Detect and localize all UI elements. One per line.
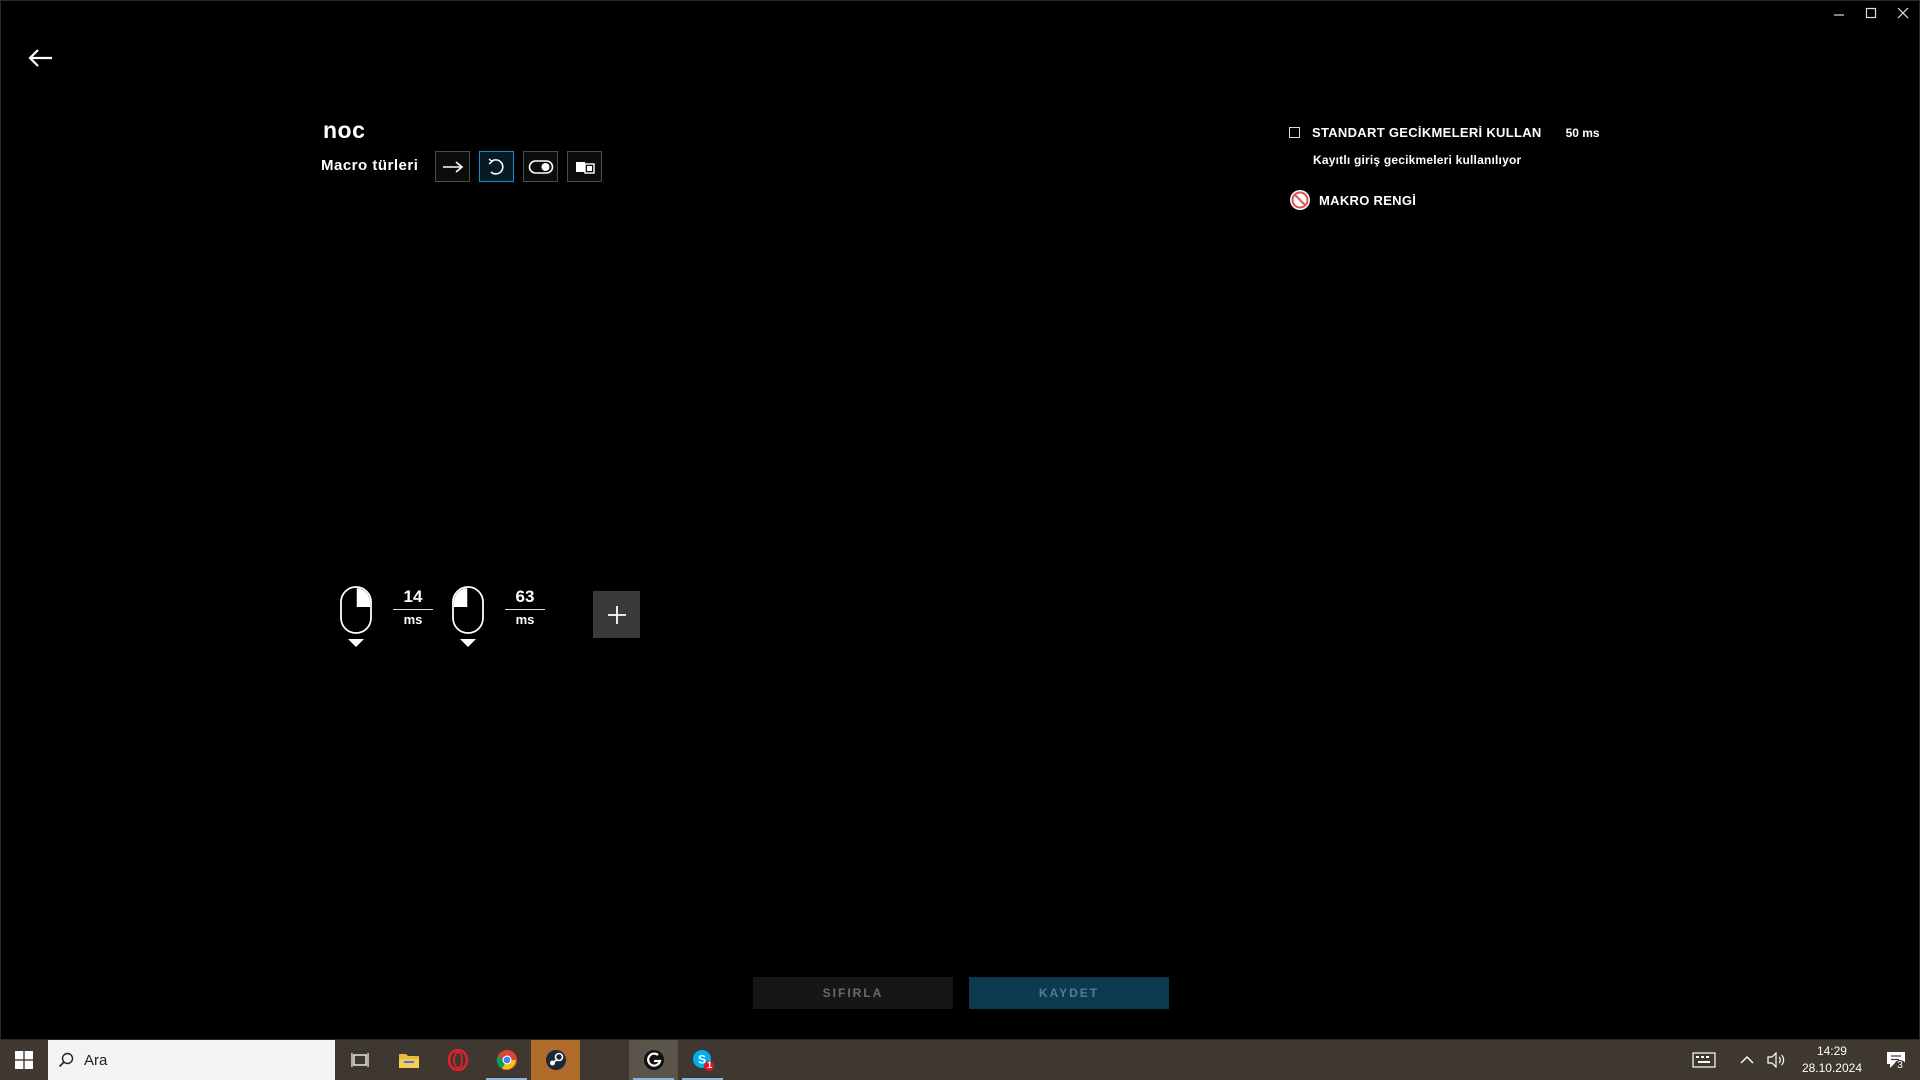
standard-delays-value[interactable]: 50 ms xyxy=(1566,126,1600,140)
volume-button[interactable] xyxy=(1760,1040,1792,1080)
delay-value[interactable]: 14 xyxy=(393,587,433,610)
taskbar-empty-slot xyxy=(580,1040,629,1080)
macro-type-no-repeat[interactable] xyxy=(435,151,470,182)
chevron-up-icon xyxy=(1740,1056,1754,1064)
macro-title[interactable]: noc xyxy=(323,117,365,144)
add-step-button[interactable] xyxy=(593,591,640,638)
task-view-button[interactable] xyxy=(335,1040,384,1080)
minimize-icon xyxy=(1834,14,1844,16)
file-explorer-icon xyxy=(398,1054,419,1068)
taskbar-search[interactable]: Ara xyxy=(48,1040,335,1080)
step-mouse-left-click[interactable] xyxy=(451,585,485,648)
file-explorer-button[interactable] xyxy=(384,1040,433,1080)
repeat-icon xyxy=(488,157,504,175)
toggle-icon xyxy=(528,159,553,174)
search-placeholder: Ara xyxy=(84,1051,108,1069)
chrome-icon xyxy=(496,1050,517,1070)
mouse-left-click-icon xyxy=(452,586,484,634)
search-icon xyxy=(58,1052,74,1068)
standard-delays-label[interactable]: STANDART GECİKMELERİ KULLAN xyxy=(1312,125,1542,140)
maximize-icon xyxy=(1865,7,1877,19)
volume-icon xyxy=(1767,1052,1785,1068)
macro-types-label: Macro türleri xyxy=(321,157,419,174)
arrow-left-icon xyxy=(28,49,52,67)
action-buttons: SIFIRLA KAYDET xyxy=(753,977,1169,1009)
plus-icon xyxy=(607,605,626,624)
close-icon xyxy=(1897,7,1909,19)
skype-button[interactable]: S 1 xyxy=(678,1040,727,1080)
delay-step-2[interactable]: 63 ms xyxy=(505,587,545,627)
opera-icon xyxy=(447,1049,468,1071)
show-hidden-icons-button[interactable] xyxy=(1734,1040,1760,1080)
system-tray: 14:29 28.10.2024 3 xyxy=(1686,1040,1920,1080)
macro-sequence: 14 ms 63 ms xyxy=(339,585,563,648)
arrow-right-icon xyxy=(442,160,463,173)
steam-button[interactable] xyxy=(531,1040,580,1080)
chevron-down-icon[interactable] xyxy=(348,639,364,648)
skype-badge: 1 xyxy=(707,1060,713,1070)
delay-unit: ms xyxy=(403,612,423,627)
reset-button[interactable]: SIFIRLA xyxy=(753,977,953,1009)
macro-color-label: MAKRO RENGİ xyxy=(1319,192,1417,208)
keyboard-input-button[interactable] xyxy=(1686,1040,1722,1080)
task-view-icon xyxy=(350,1053,369,1067)
delay-value[interactable]: 63 xyxy=(505,587,545,610)
mouse-right-click-icon xyxy=(340,586,372,634)
delay-unit: ms xyxy=(515,612,535,627)
delay-step-1[interactable]: 14 ms xyxy=(393,587,433,627)
macro-color-picker[interactable]: MAKRO RENGİ xyxy=(1289,189,1416,211)
windows-logo-icon xyxy=(15,1051,33,1069)
clock-date: 28.10.2024 xyxy=(1801,1061,1862,1075)
macro-type-repeat-while-held[interactable] xyxy=(479,151,514,182)
notification-count: 3 xyxy=(1894,1060,1906,1072)
sequence-icon xyxy=(575,161,595,174)
recorded-delays-note: Kayıtlı giriş gecikmeleri kullanılıyor xyxy=(1313,153,1522,167)
windows-taskbar: Ara S 1 14:29 28.10.2024 3 xyxy=(0,1040,1920,1080)
macro-editor-window: noc Macro türleri STANDART GECİKMELERİ K… xyxy=(0,0,1920,1040)
macro-type-selector xyxy=(435,151,602,182)
logitech-ghub-icon xyxy=(643,1050,664,1070)
macro-type-sequence[interactable] xyxy=(567,151,602,182)
start-button[interactable] xyxy=(0,1040,48,1080)
standard-delays-row: STANDART GECİKMELERİ KULLAN 50 ms xyxy=(1289,125,1600,140)
steam-icon xyxy=(545,1050,566,1070)
clock-time: 14:29 xyxy=(1816,1044,1847,1058)
keyboard-icon xyxy=(1692,1052,1716,1068)
no-color-icon xyxy=(1290,190,1310,210)
macro-type-toggle[interactable] xyxy=(523,151,558,182)
chrome-button[interactable] xyxy=(482,1040,531,1080)
chevron-down-icon[interactable] xyxy=(460,639,476,648)
maximize-button[interactable] xyxy=(1865,7,1877,19)
logitech-ghub-button[interactable] xyxy=(629,1040,678,1080)
save-button[interactable]: KAYDET xyxy=(969,977,1169,1009)
action-center-button[interactable]: 3 xyxy=(1872,1040,1920,1080)
step-mouse-right-click[interactable] xyxy=(339,585,373,648)
minimize-button[interactable] xyxy=(1833,7,1845,19)
close-button[interactable] xyxy=(1897,7,1909,19)
back-button[interactable] xyxy=(25,45,55,71)
standard-delays-checkbox[interactable] xyxy=(1289,127,1300,138)
taskbar-clock[interactable]: 14:29 28.10.2024 xyxy=(1792,1043,1872,1077)
opera-button[interactable] xyxy=(433,1040,482,1080)
window-controls xyxy=(1833,7,1909,19)
